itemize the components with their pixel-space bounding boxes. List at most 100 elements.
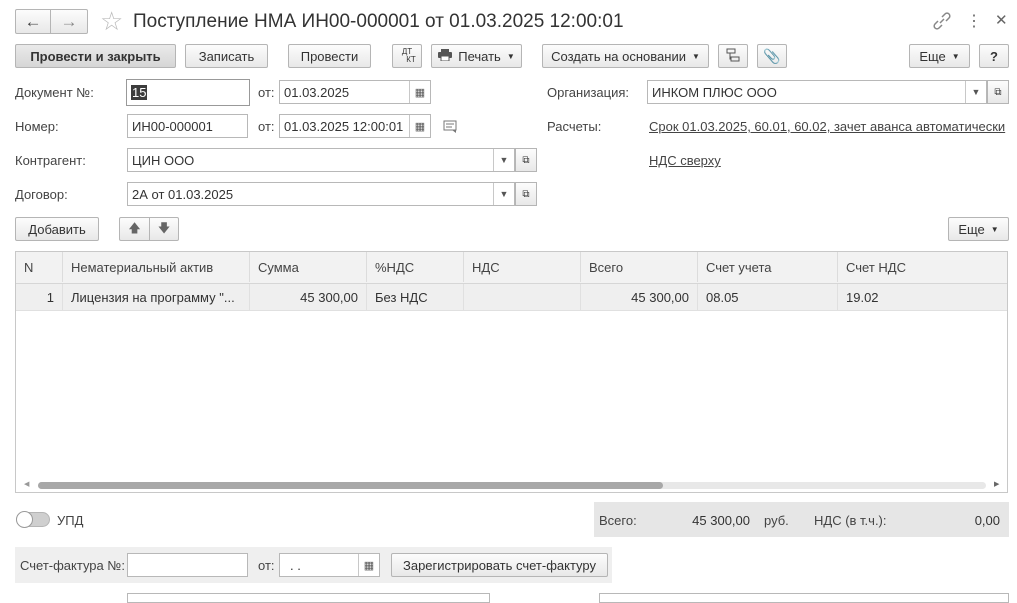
- vat-included-label: НДС (в т.ч.):: [814, 513, 887, 528]
- scrollbar-thumb[interactable]: [38, 482, 663, 489]
- help-button[interactable]: ?: [979, 44, 1009, 68]
- col-header-asset[interactable]: Нематериальный актив: [63, 252, 250, 282]
- table-header: N Нематериальный актив Сумма %НДС НДС Вс…: [16, 252, 1007, 284]
- move-down-button[interactable]: 🡇: [149, 217, 179, 241]
- calendar-icon[interactable]: ▦: [409, 115, 430, 137]
- chevron-down-icon: ▼: [506, 51, 515, 61]
- col-header-vat-account[interactable]: Счет НДС: [838, 252, 1007, 282]
- dtkt-button[interactable]: ДТ КТ: [392, 44, 422, 68]
- invoice-panel: Счет-фактура №: от: . . ▦ Зарегистрирова…: [15, 547, 612, 583]
- total-value: 45 300,00: [692, 513, 750, 528]
- open-icon: ⧉: [522, 188, 530, 200]
- upd-toggle[interactable]: [16, 511, 50, 528]
- comment-icon[interactable]: [443, 120, 459, 137]
- open-icon: ⧉: [994, 86, 1002, 98]
- add-row-button[interactable]: Добавить: [15, 217, 99, 241]
- chevron-down-icon: ▼: [951, 51, 960, 61]
- dropdown-icon[interactable]: ▼: [493, 183, 514, 205]
- back-arrow-icon: ←: [24, 11, 42, 31]
- dropdown-icon[interactable]: ▼: [493, 149, 514, 171]
- cell-vat-rate: Без НДС: [367, 284, 464, 310]
- paperclip-icon: 📎: [763, 47, 781, 64]
- invoice-date-field[interactable]: . . ▦: [279, 553, 380, 577]
- counterparty-label: Контрагент:: [15, 153, 86, 168]
- contract-label: Договор:: [15, 187, 68, 202]
- totals-panel: Всего: 45 300,00 руб. НДС (в т.ч.): 0,00: [594, 502, 1009, 537]
- col-header-sum[interactable]: Сумма: [250, 252, 367, 282]
- number-label: Номер:: [15, 119, 59, 134]
- more-button[interactable]: Еще ▼: [909, 44, 970, 68]
- chevron-down-icon: ▼: [990, 224, 999, 234]
- toggle-knob: [16, 511, 33, 528]
- number-field[interactable]: ИН00-000001: [127, 114, 248, 138]
- col-header-vat-rate[interactable]: %НДС: [367, 252, 464, 282]
- currency-label: руб.: [764, 513, 789, 528]
- org-field[interactable]: ИНКОМ ПЛЮС ООО ▼: [647, 80, 987, 104]
- col-header-n[interactable]: N: [16, 252, 63, 282]
- calendar-icon[interactable]: ▦: [409, 81, 430, 103]
- chevron-down-icon: ▼: [691, 51, 700, 61]
- cell-asset: Лицензия на программу "...: [63, 284, 250, 310]
- horizontal-scrollbar[interactable]: [38, 482, 986, 489]
- scroll-left-icon[interactable]: ◀: [24, 480, 29, 488]
- scroll-right-icon[interactable]: ▶: [994, 480, 999, 488]
- table-more-label: Еще: [958, 221, 985, 237]
- back-button[interactable]: ←: [15, 9, 51, 34]
- close-icon[interactable]: ✕: [995, 11, 1008, 29]
- number-value: ИН00-000001: [132, 118, 213, 134]
- forward-button[interactable]: →: [51, 9, 88, 34]
- org-label: Организация:: [547, 85, 630, 100]
- kebab-icon[interactable]: ⋮: [966, 11, 982, 31]
- doc-number-label: Документ №:: [15, 85, 94, 100]
- dtkt-bottom-label: КТ: [406, 55, 416, 64]
- move-up-button[interactable]: 🡅: [119, 217, 150, 241]
- vat-included-value: 0,00: [974, 513, 1000, 528]
- arrow-up-icon: 🡅: [128, 220, 141, 235]
- open-icon: ⧉: [522, 154, 530, 166]
- dropdown-icon[interactable]: ▼: [965, 81, 986, 103]
- attach-button[interactable]: 📎: [757, 44, 787, 68]
- register-invoice-button[interactable]: Зарегистрировать счет-фактуру: [391, 553, 608, 577]
- vat-on-top-link[interactable]: НДС сверху: [649, 153, 721, 168]
- doc-number-field[interactable]: 15: [126, 79, 250, 106]
- print-button[interactable]: Печать ▼: [431, 44, 522, 68]
- table-row[interactable]: 1 Лицензия на программу "... 45 300,00 Б…: [16, 284, 1007, 311]
- total-label: Всего:: [599, 513, 637, 528]
- bottom-field-left[interactable]: [127, 593, 490, 603]
- contract-field[interactable]: 2А от 01.03.2025 ▼: [127, 182, 515, 206]
- number-date-value: 01.03.2025 12:00:01: [284, 118, 404, 134]
- calendar-icon[interactable]: ▦: [358, 554, 379, 576]
- invoice-number-field[interactable]: [127, 553, 248, 577]
- favorite-star-icon[interactable]: ☆: [100, 6, 123, 37]
- contract-value: 2А от 01.03.2025: [132, 186, 234, 202]
- col-header-account[interactable]: Счет учета: [698, 252, 838, 282]
- page-title: Поступление НМА ИН00-000001 от 01.03.202…: [133, 11, 624, 32]
- col-header-total[interactable]: Всего: [581, 252, 698, 282]
- save-button[interactable]: Записать: [185, 44, 268, 68]
- cell-sum: 45 300,00: [250, 284, 367, 310]
- calc-link[interactable]: Срок 01.03.2025, 60.01, 60.02, зачет ава…: [649, 119, 1009, 134]
- org-open-button[interactable]: ⧉: [987, 80, 1009, 104]
- more-label: Еще: [919, 48, 946, 64]
- assets-table: N Нематериальный актив Сумма %НДС НДС Вс…: [15, 251, 1008, 493]
- post-and-close-button[interactable]: Провести и закрыть: [15, 44, 176, 68]
- forward-arrow-icon: →: [60, 11, 78, 31]
- col-header-vat[interactable]: НДС: [464, 252, 581, 282]
- counterparty-field[interactable]: ЦИН ООО ▼: [127, 148, 515, 172]
- create-based-on-button[interactable]: Создать на основании ▼: [542, 44, 709, 68]
- structure-button[interactable]: [718, 44, 748, 68]
- post-button[interactable]: Провести: [288, 44, 371, 68]
- doc-date-field[interactable]: 01.03.2025 ▦: [279, 80, 431, 104]
- counterparty-open-button[interactable]: ⧉: [515, 148, 537, 172]
- structure-icon: [726, 48, 740, 65]
- doc-number-value: 15: [131, 85, 148, 100]
- print-label: Печать: [458, 48, 501, 64]
- invoice-date-value: . .: [290, 557, 301, 573]
- cell-vat-account: 19.02: [846, 289, 879, 305]
- invoice-number-label: Счет-фактура №:: [20, 558, 125, 573]
- table-more-button[interactable]: Еще ▼: [948, 217, 1009, 241]
- number-date-field[interactable]: 01.03.2025 12:00:01 ▦: [279, 114, 431, 138]
- link-icon[interactable]: [932, 11, 952, 31]
- bottom-field-right[interactable]: [599, 593, 1009, 603]
- contract-open-button[interactable]: ⧉: [515, 182, 537, 206]
